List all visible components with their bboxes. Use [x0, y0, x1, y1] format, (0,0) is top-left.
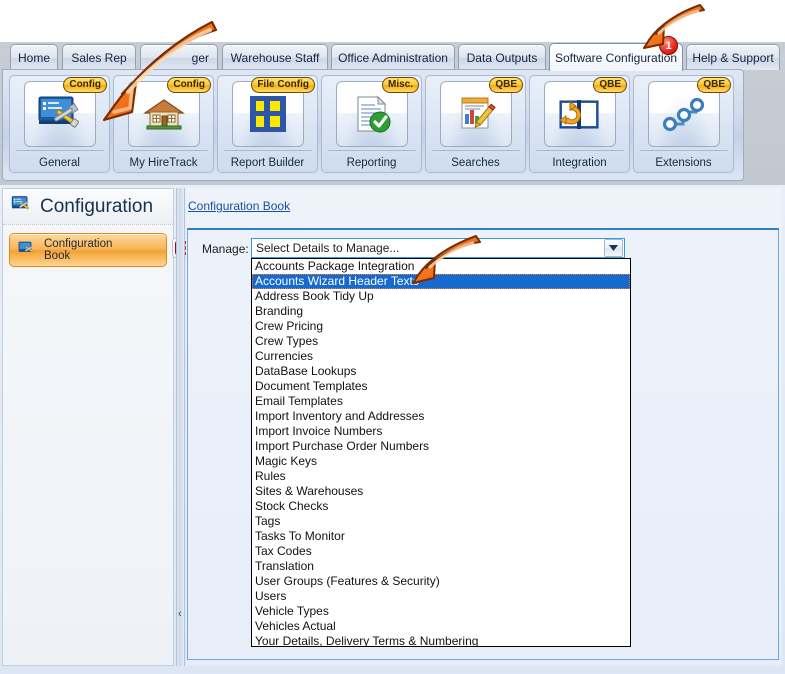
dropdown-option[interactable]: Users [252, 589, 630, 604]
ribbon-button-searches[interactable]: Searches QBE [425, 75, 526, 173]
dropdown-option[interactable]: Vehicle Types [252, 604, 630, 619]
divider [16, 150, 104, 151]
dropdown-option[interactable]: Accounts Package Integration [252, 259, 630, 274]
manage-combobox[interactable]: Select Details to Manage... [251, 238, 625, 258]
tab-manager[interactable]: ger [140, 44, 218, 70]
ribbon-panel: General Config [2, 69, 744, 181]
dropdown-option[interactable]: Currencies [252, 349, 630, 364]
sidebar-item-configuration-book[interactable]: Configuration Book [9, 233, 167, 267]
tab-label: Software Configuration [555, 51, 677, 65]
manage-dropdown-list[interactable]: Accounts Package IntegrationAccounts Wiz… [251, 258, 631, 647]
ribbon-button-label: Reporting [347, 157, 397, 169]
sidebar-item-label: Configuration Book [44, 238, 132, 263]
tab-help-support[interactable]: Help & Support [686, 44, 780, 70]
dropdown-option[interactable]: Crew Pricing [252, 319, 630, 334]
work-area: Configuration Configuration Book [0, 185, 785, 674]
dropdown-option[interactable]: Tax Codes [252, 544, 630, 559]
sidebar-splitter[interactable]: ‹ [176, 188, 185, 666]
dropdown-option[interactable]: Tags [252, 514, 630, 529]
notification-count: 1 [665, 40, 671, 52]
tab-label: Data Outputs [467, 51, 538, 65]
ribbon-badge-qbe: QBE [489, 77, 523, 93]
dropdown-option[interactable]: Crew Types [252, 334, 630, 349]
ribbon-badge-qbe: QBE [697, 77, 731, 93]
ribbon-button-label: My HireTrack [130, 157, 198, 169]
tab-label: ger [192, 51, 209, 65]
ribbon-button-general[interactable]: General Config [9, 75, 110, 173]
ribbon-button-integration[interactable]: Integration QBE [529, 75, 630, 173]
ribbon-button-label: Extensions [655, 157, 711, 169]
divider [120, 150, 208, 151]
tab-warehouse-staff[interactable]: Warehouse Staff [222, 44, 328, 70]
ribbon-button-extensions[interactable]: Extensions QBE [633, 75, 734, 173]
ribbon-badge-config: Config [63, 77, 107, 93]
ribbon-badge-qbe: QBE [593, 77, 627, 93]
sidebar-item-list: Configuration Book [3, 225, 173, 275]
dropdown-option[interactable]: Stock Checks [252, 499, 630, 514]
divider [640, 150, 728, 151]
ribbon-button-row: General Config [9, 75, 734, 173]
dropdown-option[interactable]: Magic Keys [252, 454, 630, 469]
ribbon-button-reporting[interactable]: Reporting Misc. [321, 75, 422, 173]
dropdown-option[interactable]: Vehicles Actual [252, 619, 630, 634]
manage-groupbox: Manage: Select Details to Manage... Acco… [187, 228, 779, 660]
manage-combobox-value: Select Details to Manage... [252, 241, 604, 255]
sidebar-header: Configuration [3, 189, 173, 225]
ribbon-button-label: Searches [451, 157, 500, 169]
tab-label: Help & Support [692, 51, 773, 65]
ribbon-button-report-builder[interactable]: Report Builder File Config [217, 75, 318, 173]
dropdown-option[interactable]: Accounts Wizard Header Texts [252, 274, 630, 289]
dropdown-option[interactable]: DataBase Lookups [252, 364, 630, 379]
ribbon-badge-config: Config [167, 77, 211, 93]
monitor-tools-icon [11, 195, 33, 219]
breadcrumb-configuration-book[interactable]: Configuration Book [188, 199, 290, 213]
divider [328, 150, 416, 151]
dropdown-option[interactable]: Email Templates [252, 394, 630, 409]
ribbon-button-my-hiretrack[interactable]: My HireTrack Config [113, 75, 214, 173]
dropdown-option[interactable]: Rules [252, 469, 630, 484]
application-window: Home Sales Rep ger Warehouse Staff Offic… [0, 0, 785, 674]
tab-label: Warehouse Staff [231, 51, 320, 65]
dropdown-option[interactable]: Translation [252, 559, 630, 574]
tab-sales-rep[interactable]: Sales Rep [62, 44, 136, 70]
divider [536, 150, 624, 151]
ribbon: Home Sales Rep ger Warehouse Staff Offic… [0, 42, 785, 185]
dropdown-option[interactable]: Sites & Warehouses [252, 484, 630, 499]
tab-label: Office Administration [338, 51, 448, 65]
tab-home[interactable]: Home [10, 44, 58, 70]
divider [432, 150, 520, 151]
dropdown-option[interactable]: Import Inventory and Addresses [252, 409, 630, 424]
sidebar-title: Configuration [40, 196, 153, 218]
dropdown-option[interactable]: Import Invoice Numbers [252, 424, 630, 439]
manage-label: Manage: [202, 242, 249, 256]
tab-label: Home [18, 51, 50, 65]
dropdown-option[interactable]: Import Purchase Order Numbers [252, 439, 630, 454]
dropdown-option[interactable]: Tasks To Monitor [252, 529, 630, 544]
monitor-tools-icon [18, 240, 37, 261]
dropdown-option[interactable]: Document Templates [252, 379, 630, 394]
ribbon-button-label: Report Builder [231, 157, 305, 169]
ribbon-badge-misc: Misc. [382, 77, 419, 93]
tab-data-outputs[interactable]: Data Outputs [458, 44, 546, 70]
chevron-down-icon[interactable] [604, 239, 623, 257]
ribbon-button-label: General [39, 157, 80, 169]
sidebar: Configuration Configuration Book [2, 188, 174, 666]
dropdown-option[interactable]: Address Book Tidy Up [252, 289, 630, 304]
tab-notification-badge: 1 [659, 36, 678, 55]
chevron-left-icon[interactable]: ‹ [178, 608, 182, 620]
tab-label: Sales Rep [71, 51, 126, 65]
main-panel: Configuration Book Manage: Select Detail… [186, 188, 782, 666]
dropdown-option[interactable]: Branding [252, 304, 630, 319]
ribbon-badge-file-config: File Config [251, 77, 315, 93]
dropdown-option[interactable]: Your Details, Delivery Terms & Numbering [252, 634, 630, 647]
dropdown-option[interactable]: User Groups (Features & Security) [252, 574, 630, 589]
divider [224, 150, 312, 151]
ribbon-button-label: Integration [552, 157, 606, 169]
tab-office-administration[interactable]: Office Administration [331, 44, 455, 70]
